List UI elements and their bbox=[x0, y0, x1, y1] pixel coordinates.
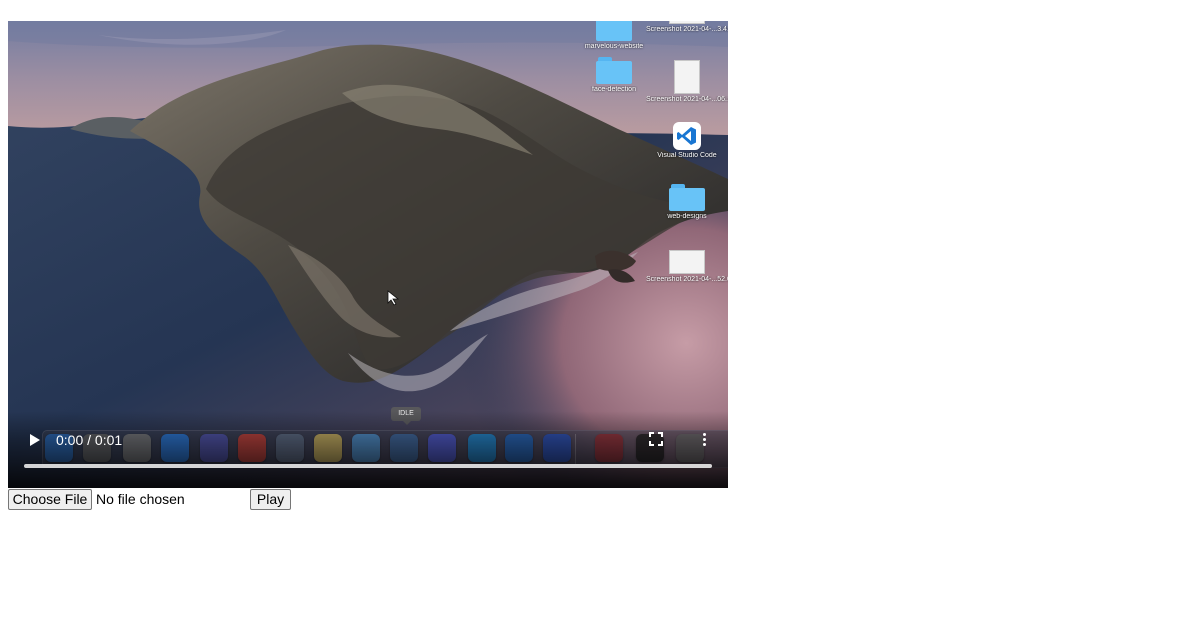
desktop-icon-label: marvelous-website bbox=[584, 43, 644, 50]
desktop-screenshot-3[interactable]: Screenshot 2021-04-...52.02 PM bbox=[646, 250, 728, 284]
screenshot-thumbnail bbox=[669, 21, 705, 24]
desktop-screenshot-2[interactable]: Screenshot 2021-04-...06.18 PM bbox=[646, 60, 728, 104]
play-button[interactable]: Play bbox=[250, 489, 291, 510]
file-status-text: No file chosen bbox=[96, 491, 185, 507]
desktop-icon-label: Screenshot 2021-04-...06.18 PM bbox=[646, 96, 728, 103]
play-triangle-icon bbox=[30, 434, 40, 446]
folder-icon bbox=[669, 184, 705, 211]
desktop-icon-label: web-designs bbox=[667, 213, 707, 220]
mouse-cursor-icon bbox=[387, 290, 400, 306]
file-upload-form: Choose File No file chosen Play bbox=[8, 489, 298, 511]
desktop-folder-face-detection[interactable]: face-detection bbox=[573, 57, 655, 94]
video-player[interactable]: marvelous-website Screenshot 2021-04-...… bbox=[8, 21, 728, 488]
desktop-folder-web-designs[interactable]: web-designs bbox=[646, 184, 728, 221]
desktop-folder-marvelous-website[interactable]: marvelous-website bbox=[573, 21, 655, 51]
video-controls-overlay bbox=[8, 411, 728, 488]
desktop-icon-label: Screenshot 2021-04-...52.02 PM bbox=[646, 276, 728, 283]
desktop-icon-label: Screenshot 2021-04-...3.41 AM bbox=[646, 26, 728, 33]
fullscreen-glyph bbox=[649, 432, 663, 446]
more-dot bbox=[702, 443, 706, 446]
more-dot bbox=[702, 438, 706, 441]
choose-file-button[interactable]: Choose File bbox=[8, 489, 92, 510]
desktop-icon-label: Visual Studio Code bbox=[657, 152, 717, 159]
desktop-icon-label: face-detection bbox=[592, 86, 636, 93]
play-icon[interactable] bbox=[26, 431, 44, 449]
seek-bar[interactable] bbox=[24, 464, 712, 468]
desktop-screenshot-1[interactable]: Screenshot 2021-04-...3.41 AM bbox=[646, 21, 728, 34]
time-readout: 0:00 / 0:01 bbox=[56, 432, 123, 448]
vscode-icon bbox=[673, 122, 701, 150]
folder-icon bbox=[596, 21, 632, 41]
screenshot-thumbnail bbox=[669, 250, 705, 274]
fullscreen-icon[interactable] bbox=[648, 431, 664, 447]
screenshot-thumbnail bbox=[674, 60, 700, 94]
more-dot bbox=[702, 433, 706, 436]
folder-icon bbox=[596, 57, 632, 84]
more-icon[interactable] bbox=[697, 431, 711, 449]
desktop-app-visual-studio-code[interactable]: Visual Studio Code bbox=[646, 122, 728, 160]
